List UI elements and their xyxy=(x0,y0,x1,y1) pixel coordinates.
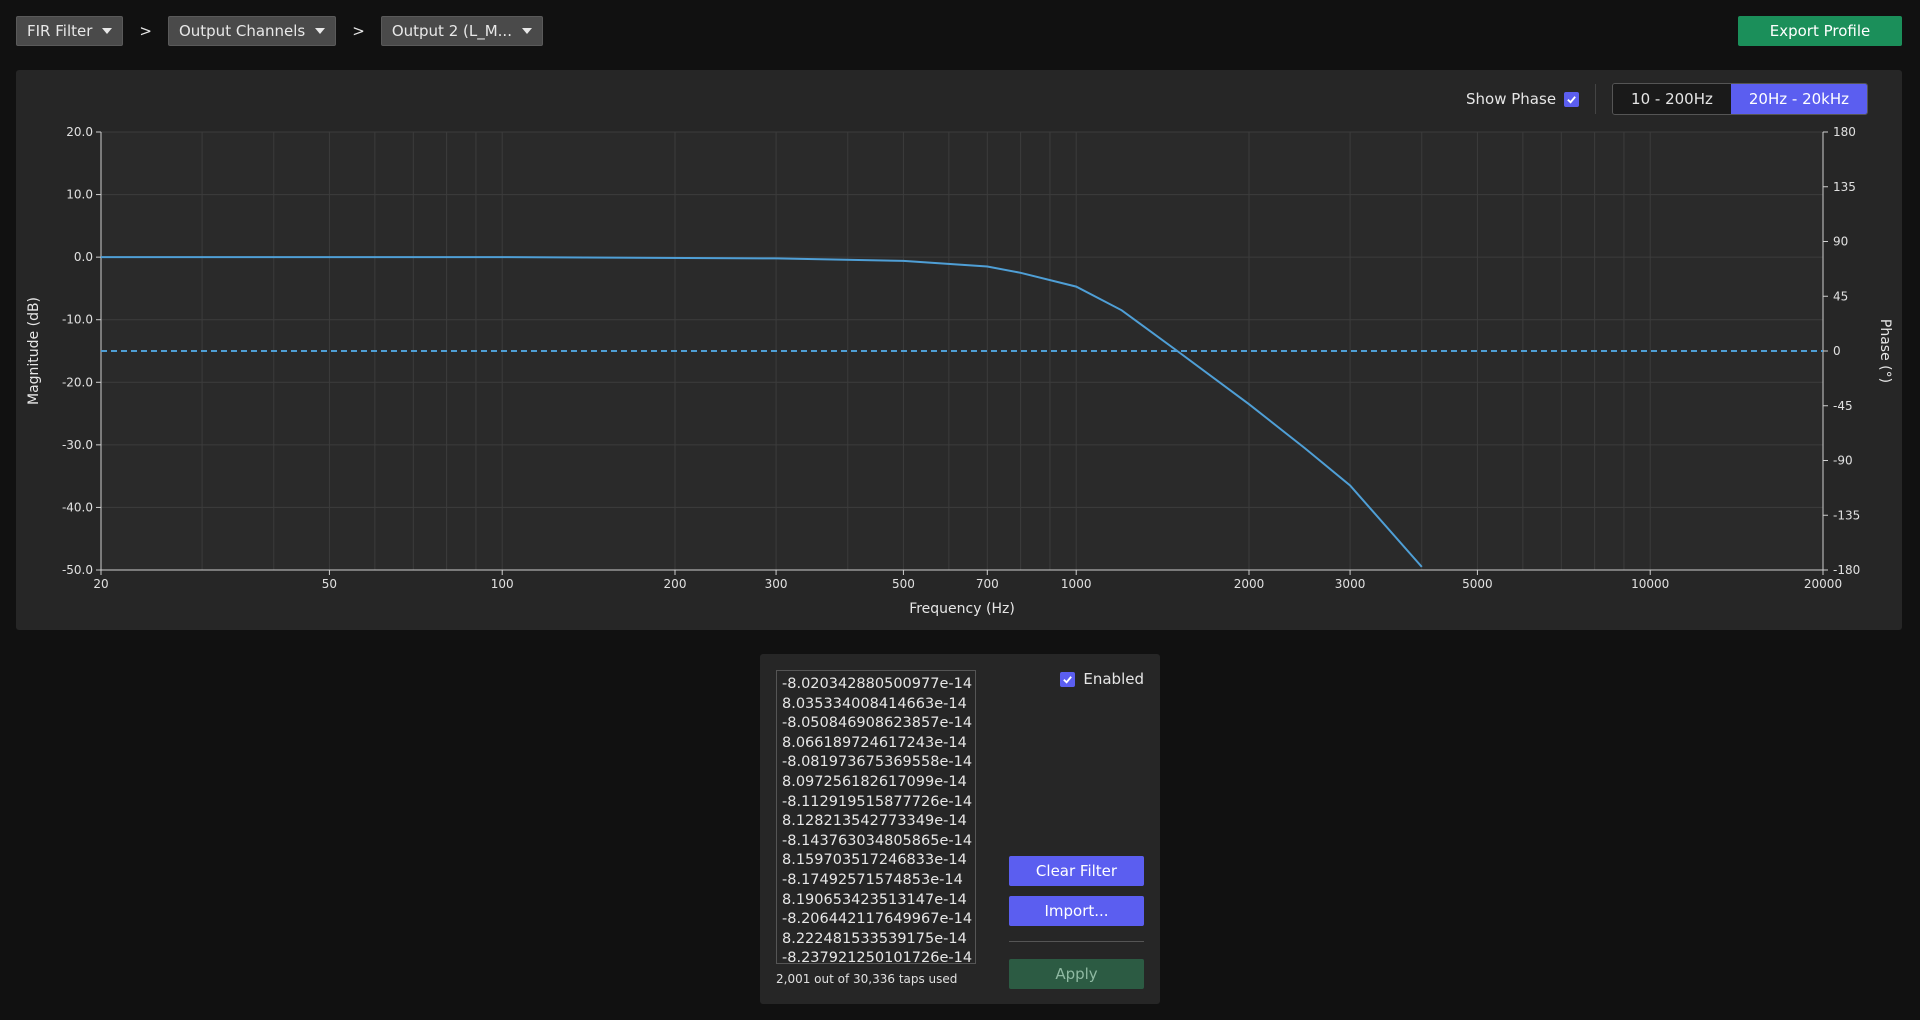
channel-dropdown[interactable]: Output 2 (L_M... xyxy=(380,16,543,46)
x-tick-label: 5000 xyxy=(1462,577,1493,591)
y-tick-label: 10.0 xyxy=(66,188,93,202)
tap-value: -8.143763034805865e-14 xyxy=(782,832,973,849)
chevron-down-icon xyxy=(315,28,326,34)
breadcrumb-separator: > xyxy=(139,22,152,40)
y2-tick-label: 135 xyxy=(1833,180,1856,194)
x-tick-label: 100 xyxy=(491,577,514,591)
import-button[interactable]: Import... xyxy=(1009,896,1144,926)
tap-value: 8.128213542773349e-14 xyxy=(782,813,967,830)
frequency-response-chart: 20.0 10.0 0.0 -10.0 -20.0 -30.0 -40.0 -50.0 180 1… xyxy=(26,125,1893,617)
y2-tick-label: -45 xyxy=(1833,399,1853,413)
x-tick-label: 2000 xyxy=(1234,577,1265,591)
y2-tick-label: 0 xyxy=(1833,344,1841,358)
x-tick-label: 20 xyxy=(93,577,108,591)
y2-axis-label: Phase (°) xyxy=(1877,319,1893,383)
tap-value: -8.17492571574853e-14 xyxy=(782,871,963,888)
tap-value: -8.237921250101726e-14 xyxy=(782,950,973,964)
tap-value: -8.020342880500977e-14 xyxy=(782,676,973,692)
divider xyxy=(1009,941,1144,942)
tap-value: 8.159703517246833e-14 xyxy=(782,852,967,869)
range-20hz-20khz-button[interactable]: 20Hz - 20kHz xyxy=(1730,84,1867,114)
chevron-down-icon xyxy=(102,28,113,34)
clear-filter-button[interactable]: Clear Filter xyxy=(1009,856,1144,886)
tap-value: 8.035334008414663e-14 xyxy=(782,695,967,712)
breadcrumb-separator: > xyxy=(352,22,365,40)
x-tick-label: 50 xyxy=(322,577,337,591)
y-tick-label: -40.0 xyxy=(62,500,93,514)
y-tick-label: -10.0 xyxy=(62,313,93,327)
show-phase-checkbox[interactable] xyxy=(1564,91,1580,107)
tap-value: -8.050846908623857e-14 xyxy=(782,715,973,732)
checkmark-icon xyxy=(1567,95,1576,104)
y2-tick-label: 45 xyxy=(1833,289,1848,303)
y2-tick-label: 90 xyxy=(1833,235,1848,249)
filter-type-label: FIR Filter xyxy=(27,22,93,40)
x-tick-label: 300 xyxy=(765,577,788,591)
y2-tick-label: -180 xyxy=(1833,563,1860,577)
x-axis-label: Frequency (Hz) xyxy=(909,601,1015,617)
tap-value: 8.222481533539175e-14 xyxy=(782,930,967,947)
tap-value: 8.190653423513147e-14 xyxy=(782,891,967,908)
y2-tick-label: -135 xyxy=(1833,508,1860,522)
filter-type-dropdown[interactable]: FIR Filter xyxy=(16,16,124,46)
channel-group-label: Output Channels xyxy=(178,22,306,40)
tap-value: -8.081973675369558e-14 xyxy=(782,754,973,771)
channel-group-dropdown[interactable]: Output Channels xyxy=(167,16,337,46)
x-tick-label: 1000 xyxy=(1061,577,1092,591)
enabled-label: Enabled xyxy=(1083,670,1144,688)
x-tick-label: 200 xyxy=(664,577,687,591)
y-tick-label: -30.0 xyxy=(62,438,93,452)
frequency-response-panel: 20.0 10.0 0.0 -10.0 -20.0 -30.0 -40.0 -50.0 180 1… xyxy=(16,70,1902,630)
taps-textarea[interactable]: -8.020342880500977e-14 8.035334008414663e… xyxy=(776,670,976,964)
enabled-checkbox[interactable] xyxy=(1060,671,1076,687)
x-tick-label: 20000 xyxy=(1804,577,1842,591)
export-profile-button[interactable]: Export Profile xyxy=(1738,16,1902,46)
chart-controls: Show Phase 10 - 200Hz 20Hz - 20kHz xyxy=(1466,83,1868,115)
y-tick-label: -50.0 xyxy=(62,563,93,577)
taps-count-label: 2,001 out of 30,336 taps used xyxy=(776,972,958,986)
x-tick-label: 700 xyxy=(976,577,999,591)
apply-button[interactable]: Apply xyxy=(1009,959,1144,989)
y-tick-label: 20.0 xyxy=(66,125,93,139)
range-10-200hz-button[interactable]: 10 - 200Hz xyxy=(1613,84,1731,114)
y-tick-label: 0.0 xyxy=(74,250,93,264)
show-phase-label: Show Phase xyxy=(1466,90,1557,108)
enabled-toggle[interactable]: Enabled xyxy=(1060,670,1144,688)
y2-tick-label: -90 xyxy=(1833,454,1853,468)
tap-value: -8.206442117649967e-14 xyxy=(782,911,973,928)
tap-value: 8.066189724617243e-14 xyxy=(782,734,967,751)
tap-value: 8.097256182617099e-14 xyxy=(782,773,967,790)
x-tick-label: 3000 xyxy=(1335,577,1366,591)
divider xyxy=(1595,84,1597,114)
x-tick-label: 500 xyxy=(892,577,915,591)
channel-label: Output 2 (L_M... xyxy=(391,22,512,40)
y-tick-label: -20.0 xyxy=(62,375,93,389)
tap-value: -8.112919515877726e-14 xyxy=(782,793,973,810)
y2-tick-label: 180 xyxy=(1833,125,1856,139)
checkmark-icon xyxy=(1063,675,1073,684)
x-tick-label: 10000 xyxy=(1631,577,1669,591)
chevron-down-icon xyxy=(521,28,532,34)
y-axis-label: Magnitude (dB) xyxy=(26,297,42,405)
breadcrumb: FIR Filter > Output Channels > Output 2 … xyxy=(16,16,543,46)
taps-panel: -8.020342880500977e-14 8.035334008414663e… xyxy=(760,654,1160,1004)
range-toggle: 10 - 200Hz 20Hz - 20kHz xyxy=(1612,83,1868,115)
